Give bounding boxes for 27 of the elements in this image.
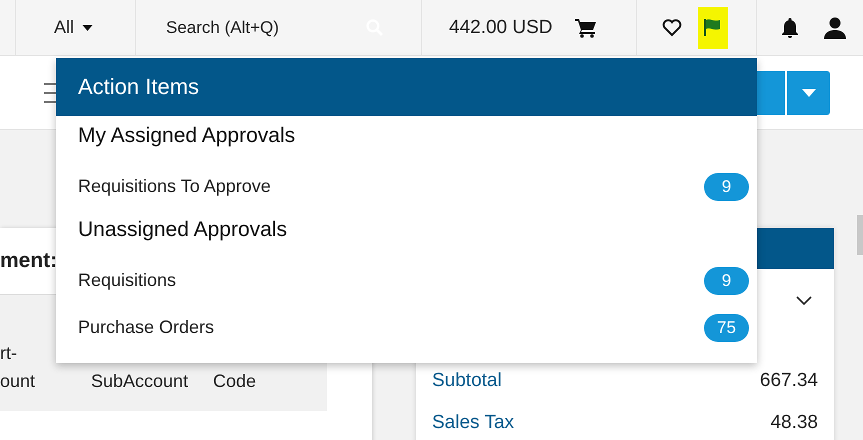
summary-label: Subtotal	[432, 370, 502, 392]
menu-title: Action Items	[56, 58, 757, 116]
column-header: rt- ount	[0, 342, 36, 393]
summary-value: 48.38	[770, 412, 818, 434]
menu-item[interactable]: Purchase Orders	[78, 317, 214, 338]
heart-icon[interactable]	[662, 18, 682, 36]
count-badge: 9	[704, 266, 749, 294]
bell-icon[interactable]	[780, 16, 800, 38]
count-badge: 9	[704, 172, 749, 200]
column-header: SubAccount	[91, 370, 190, 393]
summary-label: Sales Tax	[432, 412, 514, 434]
section-heading: My Assigned Approvals	[77, 123, 296, 149]
menu-item[interactable]: Requisitions	[78, 270, 176, 291]
chevron-down-icon[interactable]	[796, 296, 812, 305]
user-icon[interactable]	[824, 16, 846, 38]
cart-icon[interactable]	[574, 18, 597, 38]
search-field[interactable]: Search (Alt+Q)	[166, 18, 356, 38]
flag-icon[interactable]	[702, 16, 722, 36]
scrollbar-thumb[interactable]	[857, 215, 863, 255]
summary-value: 667.34	[760, 370, 818, 392]
caret-icon	[82, 24, 94, 30]
cart-total: 442.00 USD	[449, 16, 553, 38]
menu-item[interactable]: Requisitions To Approve	[78, 176, 271, 197]
column-header: Code	[213, 370, 256, 393]
caret-icon	[802, 88, 816, 96]
dropdown-button[interactable]	[787, 70, 830, 114]
count-badge: 75	[704, 314, 749, 342]
